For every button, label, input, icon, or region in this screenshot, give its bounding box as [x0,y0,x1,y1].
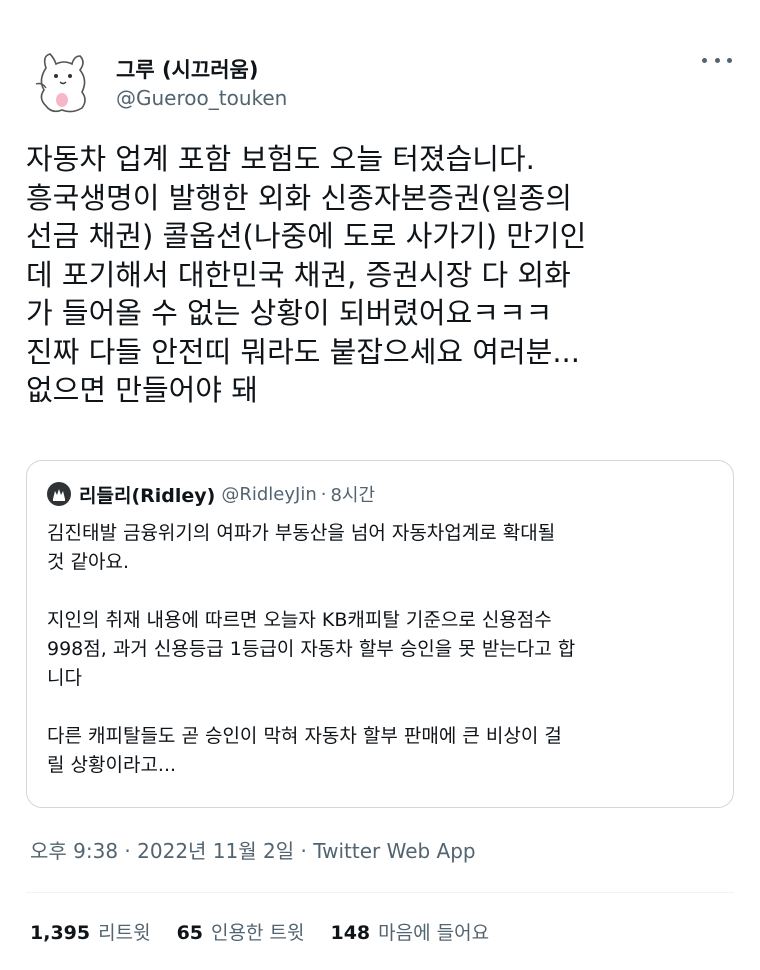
retweets-stat[interactable]: 1,395 리트윗 [30,918,151,945]
quoted-author-avatar-icon[interactable] [47,482,71,506]
author-handle[interactable]: @Gueroo_touken [116,86,287,110]
likes-label: 마음에 들어요 [378,922,490,944]
quoted-tweet-header: 리들리(Ridley) @RidleyJin · 8시간 [47,481,375,507]
retweets-label: 리트윗 [98,922,151,944]
quoted-tweet-card[interactable]: 리들리(Ridley) @RidleyJin · 8시간 김진태발 금융위기의 … [26,460,734,808]
tweet-text: 자동차 업계 포함 보험도 오늘 터졌습니다. 흥국생명이 발행한 외화 신종자… [26,140,736,410]
likes-count: 148 [330,922,371,944]
retweets-count: 1,395 [30,922,91,944]
more-options-icon[interactable] [702,50,732,70]
quoted-tweet-time[interactable]: 8시간 [330,481,375,507]
tweet-stats: 1,395 리트윗 65 인용한 트윗 148 마음에 들어요 [30,918,515,945]
author-avatar-icon[interactable] [32,48,94,116]
tweet-line: 진짜 다들 안전띠 뭐라도 붙잡으세요 여러분... [26,334,580,369]
quote-line: 998점, 과거 신용등급 1등급이 자동차 할부 승인을 못 받는다고 합 [47,638,576,660]
quote-line: 김진태발 금융위기의 여파가 부동산을 넘어 자동차업계로 확대될 [47,522,556,544]
tweet-line: 자동차 업계 포함 보험도 오늘 터졌습니다. [26,142,535,176]
quote-line [47,693,717,722]
quote-line: 릴 상황이라고... [47,754,177,776]
quote-line: 다른 캐피탈들도 곧 승인이 막혀 자동차 할부 판매에 큰 비상이 걸 [47,725,562,747]
tweet-header: 그루 (시끄러움) @Gueroo_touken [32,40,732,130]
quotes-stat[interactable]: 65 인용한 트윗 [177,918,305,945]
quote-line: 지인의 취재 내용에 따르면 오늘자 KB캐피탈 기준으로 신용점수 [47,609,552,631]
tweet-line: 없으면 만들어야 돼 [26,373,258,407]
quoted-author-name[interactable]: 리들리(Ridley) [79,481,215,508]
quotes-label: 인용한 트윗 [211,922,305,944]
quote-line: 니다 [47,667,82,689]
author-name[interactable]: 그루 (시끄러움) [116,54,258,84]
quoted-tweet-text: 김진태발 금융위기의 여파가 부동산을 넘어 자동차업계로 확대될 것 같아요.… [47,519,717,780]
separator: · [320,483,327,505]
quoted-author-handle[interactable]: @RidleyJin [221,484,316,505]
quotes-count: 65 [176,922,204,944]
divider [26,892,734,893]
tweet-line: 가 들어올 수 없는 상황이 되버렸어요ㅋㅋㅋ [26,296,553,330]
quote-line: 것 같아요. [47,551,129,573]
tweet-line: 흥국생명이 발행한 외화 신종자본증권(일종의 [26,180,572,215]
likes-stat[interactable]: 148 마음에 들어요 [330,918,489,945]
tweet-line: 선금 채권) 콜옵션(나중에 도로 사가기) 만기인 [26,219,587,253]
quote-line [47,577,717,606]
tweet-line: 데 포기해서 대한민국 채권, 증권시장 다 외화 [26,257,571,292]
tweet-timestamp-source[interactable]: 오후 9:38 · 2022년 11월 2일 · Twitter Web App [30,835,476,864]
